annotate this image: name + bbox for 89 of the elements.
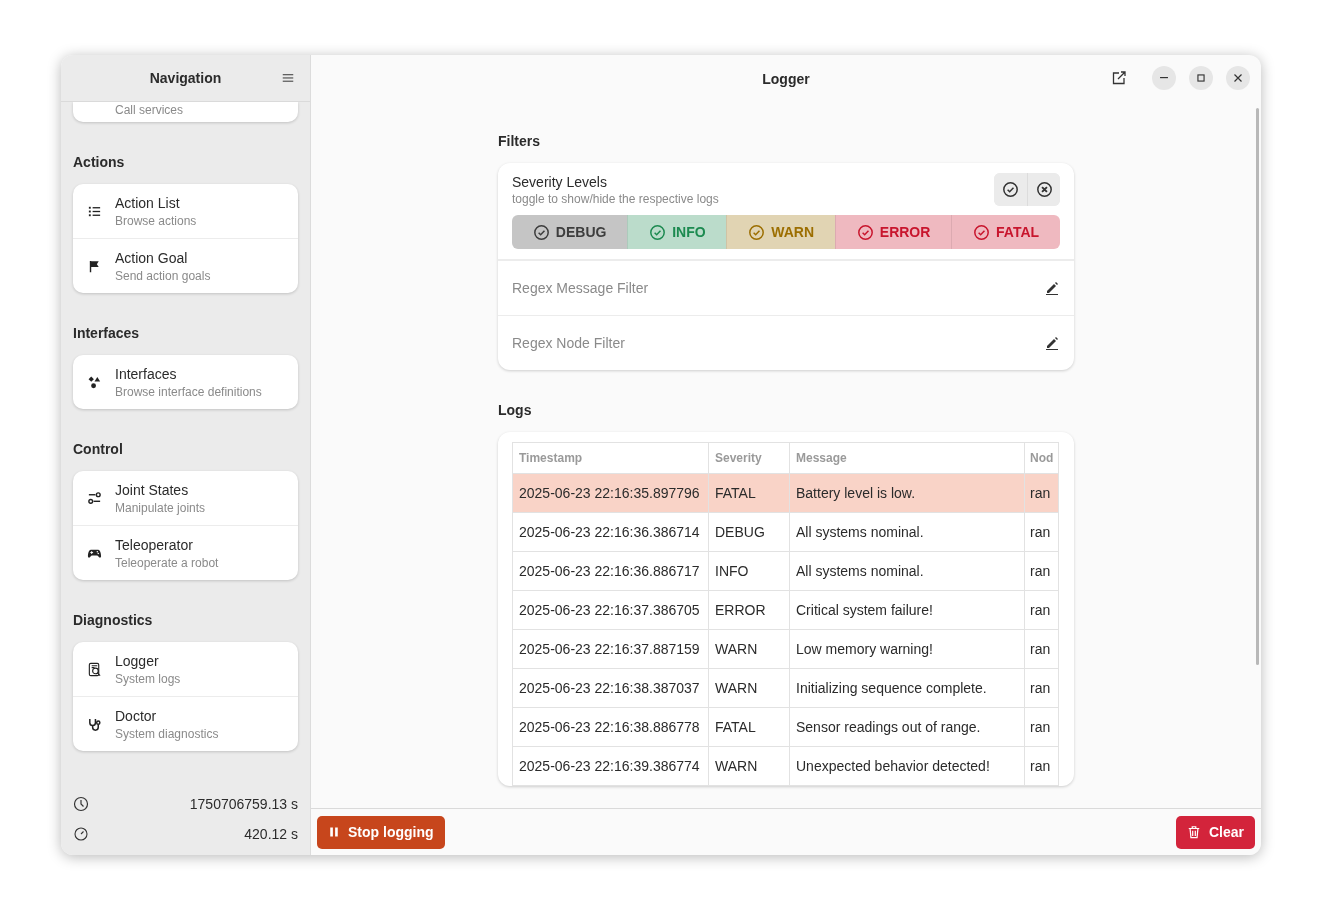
- table-cell: 2025-06-23 22:16:38.387037: [512, 668, 709, 708]
- severity-toggle[interactable]: DEBUG: [512, 215, 628, 249]
- window-title: Logger: [762, 70, 810, 87]
- check-circle-icon: [856, 223, 874, 241]
- table-cell: Battery level is low.: [789, 473, 1025, 513]
- table-cell: ERROR: [708, 590, 790, 630]
- pause-icon: [328, 826, 340, 838]
- filter-field[interactable]: Regex Node Filter: [512, 335, 1044, 351]
- table-cell: Initializing sequence complete.: [789, 668, 1025, 708]
- nav-item[interactable]: Teleoperator Teleoperate a robot: [73, 525, 298, 580]
- section-heading: Actions: [73, 154, 126, 170]
- log-row[interactable]: 2025-06-23 22:16:38.387037 WARN Initializing sequence complete. ran: [512, 668, 1059, 708]
- table-cell: ran: [1024, 629, 1059, 669]
- table-cell: All systems nominal.: [789, 512, 1025, 552]
- table-cell: DEBUG: [708, 512, 790, 552]
- table-cell: 2025-06-23 22:16:36.386714: [512, 512, 709, 552]
- table-cell: All systems nominal.: [789, 551, 1025, 591]
- table-cell: INFO: [708, 551, 790, 591]
- section-heading: Filters: [498, 133, 541, 149]
- external-link-icon: [1111, 70, 1127, 86]
- menu-icon: [282, 72, 294, 84]
- check-circle-icon: [532, 223, 550, 241]
- table-cell: ran: [1024, 512, 1059, 552]
- table-cell: 2025-06-23 22:16:37.386705: [512, 590, 709, 630]
- stethoscope-icon: [86, 716, 102, 732]
- check-circle-icon: [1002, 181, 1019, 198]
- table-cell: Sensor readings out of range.: [789, 707, 1025, 747]
- table-cell: Unexpected behavior detected!: [789, 746, 1025, 786]
- table-cell: 2025-06-23 22:16:37.887159: [512, 629, 709, 669]
- nav-item[interactable]: Interfaces Browse interface definitions: [73, 355, 298, 409]
- edit-icon: [1044, 280, 1060, 296]
- log-row[interactable]: 2025-06-23 22:16:37.386705 ERROR Critical system failure! ran: [512, 590, 1059, 630]
- check-circle-icon: [973, 223, 991, 241]
- clock-value: 1750706759.13 s: [189, 796, 298, 812]
- log-row[interactable]: 2025-06-23 22:16:39.386774 WARN Unexpected behavior detected! ran: [512, 746, 1059, 786]
- clock-icon: [73, 796, 89, 812]
- table-cell: 2025-06-23 22:16:39.386774: [512, 746, 709, 786]
- close-button[interactable]: [1226, 66, 1250, 90]
- scrollbar[interactable]: [1256, 108, 1259, 665]
- sliders-icon: [86, 490, 102, 506]
- log-row[interactable]: 2025-06-23 22:16:36.886717 INFO All systems nominal. ran: [512, 551, 1059, 591]
- shapes-icon: [86, 374, 102, 390]
- log-row[interactable]: 2025-06-23 22:16:35.897796 FATAL Battery level is low. ran: [512, 473, 1059, 513]
- section-heading: Diagnostics: [73, 612, 154, 628]
- log-row[interactable]: 2025-06-23 22:16:38.886778 FATAL Sensor readings out of range. ran: [512, 707, 1059, 747]
- severity-hint: toggle to show/hide the respective logs: [512, 191, 719, 206]
- table-cell: ran: [1024, 746, 1059, 786]
- stop-logging-button[interactable]: Stop logging: [317, 815, 445, 849]
- log-row[interactable]: 2025-06-23 22:16:37.887159 WARN Low memory warning! ran: [512, 629, 1059, 669]
- table-cell: Critical system failure!: [789, 590, 1025, 630]
- table-cell: ran: [1024, 590, 1059, 630]
- nav-item[interactable]: Doctor System diagnostics: [73, 696, 298, 751]
- severity-title: Severity Levels: [512, 173, 608, 190]
- section-heading: Control: [73, 441, 124, 457]
- nav-item[interactable]: Logger System logs: [73, 642, 298, 696]
- sidebar-title: Navigation: [149, 70, 222, 86]
- maximize-button[interactable]: [1189, 66, 1213, 90]
- clear-all-button[interactable]: [1027, 173, 1060, 206]
- table-cell: FATAL: [708, 707, 790, 747]
- nav-item[interactable]: Joint States Manipulate joints: [73, 471, 298, 525]
- table-cell: 2025-06-23 22:16:35.897796: [512, 473, 709, 513]
- table-cell: ran: [1024, 551, 1059, 591]
- table-cell: FATAL: [708, 473, 790, 513]
- nav-item[interactable]: Action List Browse actions: [73, 184, 298, 238]
- section-heading: Logs: [498, 402, 533, 418]
- table-cell: Low memory warning!: [789, 629, 1025, 669]
- check-circle-icon: [748, 223, 766, 241]
- table-cell: ran: [1024, 668, 1059, 708]
- log-row[interactable]: 2025-06-23 22:16:36.386714 DEBUG All systems nominal. ran: [512, 512, 1059, 552]
- x-circle-icon: [1035, 181, 1053, 198]
- minimize-icon: [1160, 77, 1168, 79]
- filter-field[interactable]: Regex Message Filter: [512, 280, 1044, 296]
- edit-icon: [1044, 335, 1060, 351]
- table-cell: 2025-06-23 22:16:36.886717: [512, 551, 709, 591]
- section-heading: Interfaces: [73, 325, 141, 341]
- gauge-icon: [73, 826, 89, 842]
- check-circle-icon: [649, 223, 667, 241]
- elapsed-value: 420.12 s: [244, 826, 298, 842]
- maximize-icon: [1194, 71, 1208, 85]
- trash-icon: [1186, 825, 1201, 839]
- table-cell: WARN: [708, 668, 790, 708]
- table-cell: ran: [1024, 707, 1059, 747]
- nav-item[interactable]: Call services: [73, 102, 298, 122]
- table-cell: WARN: [708, 746, 790, 786]
- table-cell: 2025-06-23 22:16:38.886778: [512, 707, 709, 747]
- clear-button[interactable]: Clear: [1175, 815, 1255, 849]
- table-cell: WARN: [708, 629, 790, 669]
- nav-item[interactable]: Action Goal Send action goals: [73, 238, 298, 293]
- log-search-icon: [86, 661, 102, 677]
